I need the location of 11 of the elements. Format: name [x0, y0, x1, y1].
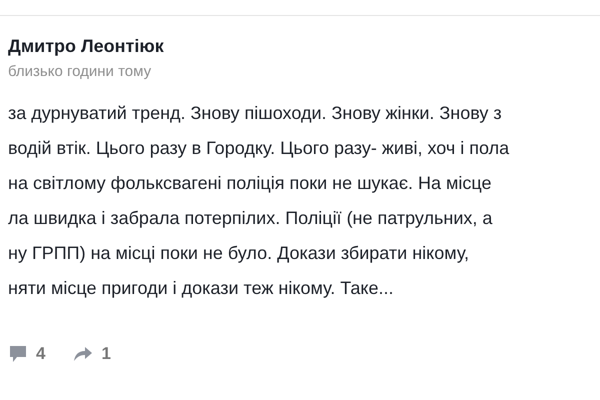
comment-icon[interactable]	[8, 345, 28, 363]
share-count: 1	[101, 344, 111, 364]
comment-count: 4	[36, 344, 46, 364]
post-text-line: за дурнуватий тренд. Знову пішоходи. Знову жінки. Знову з	[8, 102, 502, 125]
author-name[interactable]: Дмитро Леонтіюк	[8, 36, 164, 57]
post-text-line: ла швидка і забрала потерпілих. Поліції (не патрульних, а	[8, 207, 492, 230]
post-text-line: ну ГРПП) на місці поки не було. Докази збирати нікому,	[8, 242, 470, 265]
post-text-line: водій втік. Цього разу в Городку. Цього разу- живі, хоч і пола	[8, 137, 510, 160]
post-text-line: на світлому фольксвагені поліція поки не шукає. На місце	[8, 172, 492, 195]
post-text-line: няти місце пригоди і докази теж нікому. Таке...	[8, 277, 394, 300]
share-arrow-icon[interactable]	[73, 346, 94, 362]
